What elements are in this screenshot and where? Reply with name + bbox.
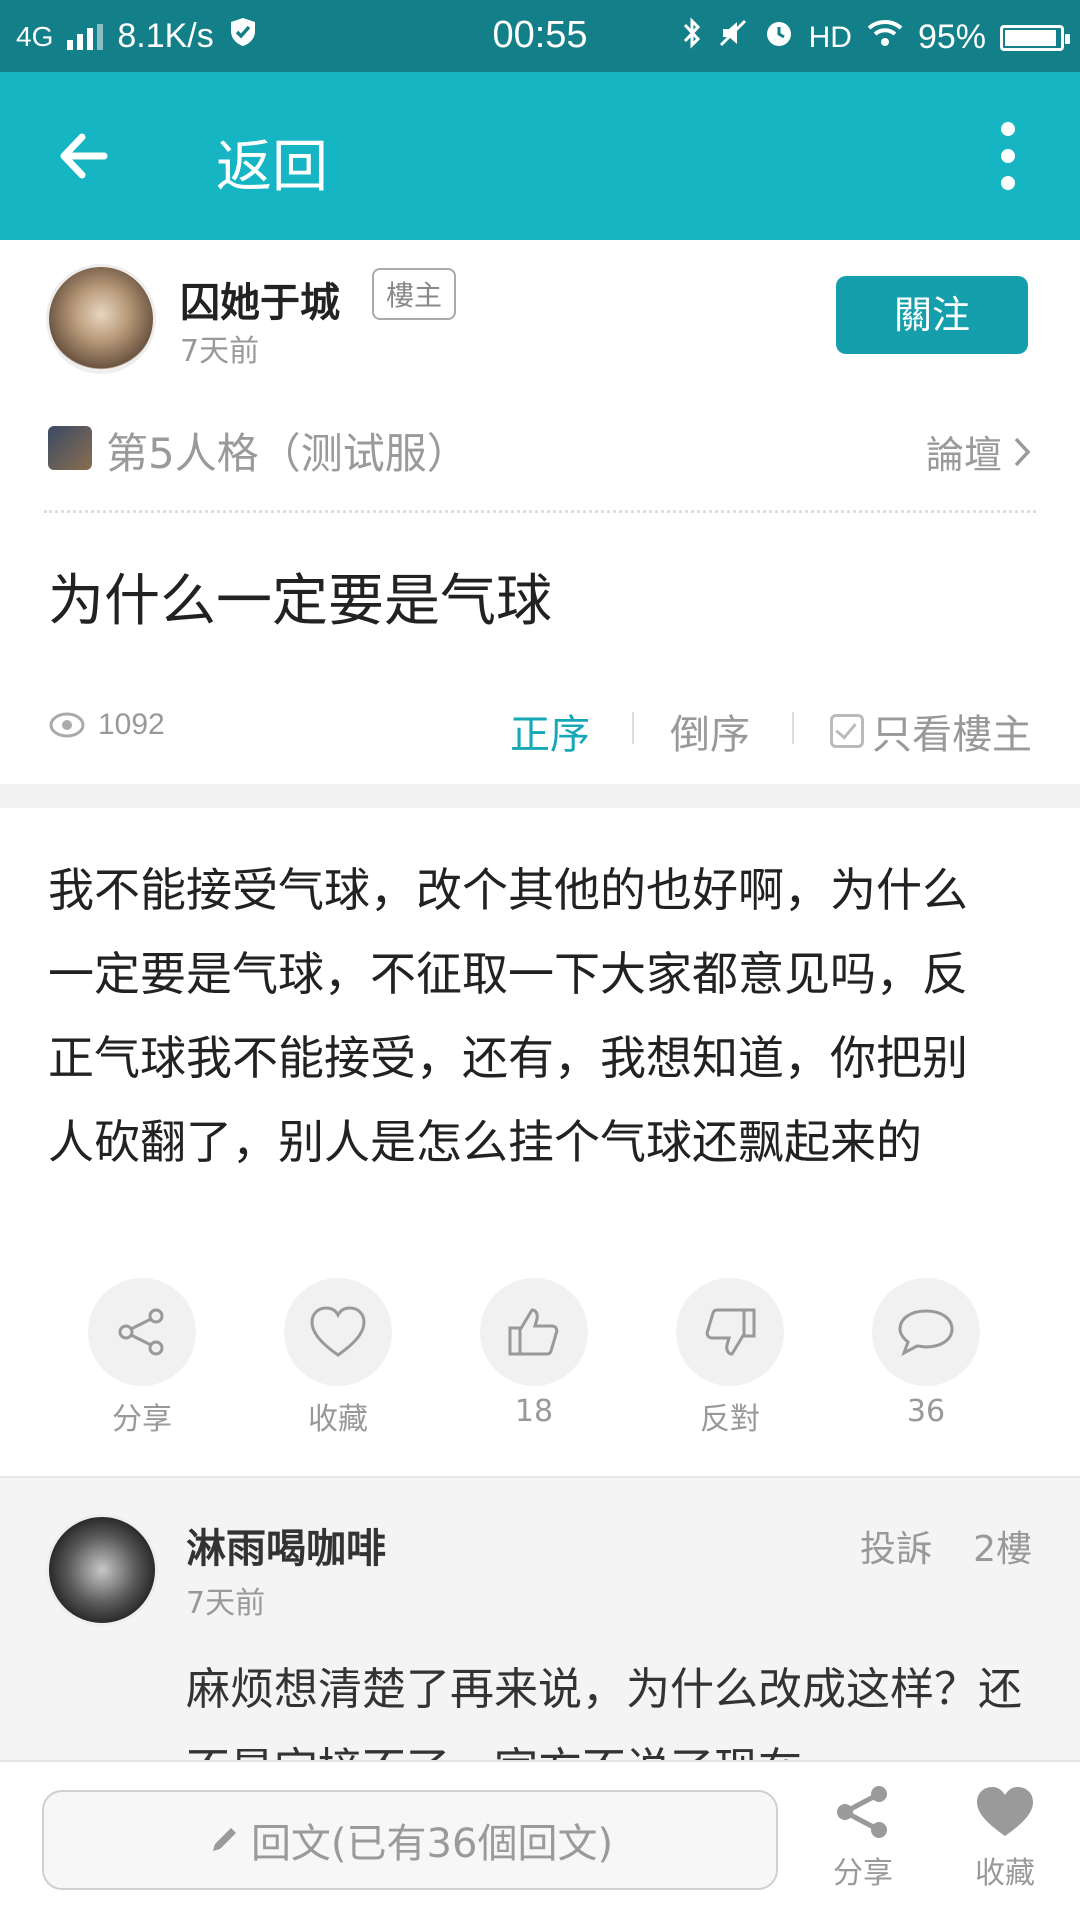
arrow-left-icon[interactable] xyxy=(52,124,116,188)
post-stats: 1092 正序 倒序 只看樓主 xyxy=(0,690,1080,770)
bluetooth-icon xyxy=(681,16,703,59)
bottom-share-button[interactable]: 分享 xyxy=(808,1784,918,1892)
reply-input-placeholder: 回文(已有36個回文) xyxy=(250,1821,614,1867)
battery-icon xyxy=(1000,24,1070,51)
view-count: 1092 xyxy=(48,708,165,742)
bottom-fav-label: 收藏 xyxy=(975,1856,1035,1891)
owner-badge: 樓主 xyxy=(372,268,457,320)
favorite-label: 收藏 xyxy=(308,1402,368,1437)
game-icon xyxy=(48,426,92,470)
thumbs-up-icon[interactable] xyxy=(480,1278,588,1386)
reply-input[interactable]: 回文(已有36個回文) xyxy=(42,1790,778,1890)
only-owner-toggle[interactable]: 只看樓主 xyxy=(830,702,1032,760)
share-label: 分享 xyxy=(112,1402,172,1437)
status-bar: 4G 8.1K/s 00:55 HD 95% xyxy=(0,0,1080,72)
follow-button[interactable]: 關注 xyxy=(836,276,1028,354)
dislike-action[interactable]: 反對 xyxy=(650,1278,810,1438)
sort-asc-tab[interactable]: 正序 xyxy=(510,702,590,760)
forum-link[interactable]: 論壇 xyxy=(926,424,1032,479)
view-count-value: 1092 xyxy=(98,708,165,741)
separator xyxy=(632,712,634,744)
wifi-icon xyxy=(866,18,904,57)
share-action[interactable]: 分享 xyxy=(62,1278,222,1438)
like-action[interactable]: 18 xyxy=(454,1278,614,1429)
checkbox-icon[interactable] xyxy=(830,714,864,748)
bottom-fav-button[interactable]: 收藏 xyxy=(950,1784,1060,1892)
separator xyxy=(792,712,794,744)
like-count: 18 xyxy=(514,1394,554,1429)
chevron-right-icon xyxy=(1014,437,1031,466)
reply-time: 7天前 xyxy=(186,1586,266,1621)
avatar[interactable] xyxy=(46,264,156,374)
share-icon xyxy=(837,1786,887,1838)
mute-icon xyxy=(717,17,749,58)
author-name[interactable]: 囚她于城 xyxy=(180,270,340,328)
heart-icon[interactable] xyxy=(284,1278,392,1386)
share-icon[interactable] xyxy=(88,1278,196,1386)
battery-level xyxy=(1005,29,1056,46)
report-link[interactable]: 投訴 xyxy=(860,1520,932,1572)
favorite-action[interactable]: 收藏 xyxy=(258,1278,418,1438)
bottom-share-label: 分享 xyxy=(833,1856,893,1891)
pencil-icon xyxy=(212,1828,236,1851)
post-title: 为什么一定要是气球 xyxy=(48,569,552,634)
reply-item: 淋雨喝咖啡 7天前 投訴 2樓 麻烦想清楚了再来说，为什么改成这样？还不是宝接不… xyxy=(0,1478,1080,1768)
divider xyxy=(44,510,1036,513)
comment-count: 36 xyxy=(906,1394,946,1429)
post-author: 囚她于城 樓主 7天前 關注 xyxy=(0,240,1080,390)
reply-author-name[interactable]: 淋雨喝咖啡 xyxy=(186,1516,386,1574)
section-gap xyxy=(0,784,1080,808)
post-body: 我不能接受气球，改个其他的也好啊，为什么一定要是气球，不征取一下大家都意见吗，反… xyxy=(48,863,968,1169)
comment-action[interactable]: 36 xyxy=(846,1278,1006,1429)
comment-icon[interactable] xyxy=(872,1278,980,1386)
post-actions: 分享 收藏 18 反對 36 xyxy=(0,1278,1080,1437)
hd-label: HD xyxy=(808,20,852,54)
floor-number: 2樓 xyxy=(973,1529,1032,1570)
thumbs-down-icon[interactable] xyxy=(676,1278,784,1386)
forum-name: 第5人格（测试服） xyxy=(106,429,469,478)
dislike-label: 反對 xyxy=(700,1402,760,1437)
sort-desc-tab[interactable]: 倒序 xyxy=(670,702,750,760)
only-owner-label: 只看樓主 xyxy=(872,712,1032,758)
reply-content: 麻烦想清楚了再来说，为什么改成这样？还不是宝接不了，官方不说了现在 xyxy=(186,1664,1022,1768)
bottom-bar: 回文(已有36個回文) 分享 收藏 xyxy=(0,1760,1080,1922)
back-label[interactable]: 返回 xyxy=(216,122,328,203)
post-time: 7天前 xyxy=(180,334,260,369)
app-bar: 返回 xyxy=(0,72,1080,240)
eye-icon xyxy=(49,712,85,738)
status-right: HD 95% xyxy=(681,16,1070,59)
battery-percent: 95% xyxy=(917,18,986,56)
heart-icon xyxy=(977,1787,1033,1836)
forum-link-label: 論壇 xyxy=(925,433,1002,477)
alarm-icon xyxy=(763,17,795,58)
more-vertical-icon[interactable] xyxy=(996,122,1020,190)
forum-row[interactable]: 第5人格（测试服） 論壇 xyxy=(0,410,1080,490)
avatar[interactable] xyxy=(46,1514,158,1626)
